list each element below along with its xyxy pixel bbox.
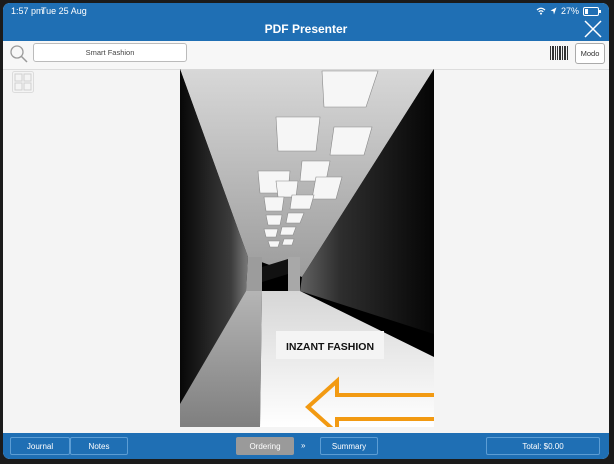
toolbar: Modo: [3, 41, 609, 70]
close-icon[interactable]: [583, 19, 603, 39]
barcode-icon[interactable]: [549, 46, 569, 60]
title-bar: PDF Presenter: [3, 19, 609, 41]
document-caption: INZANT FASHION: [286, 341, 374, 353]
tab-ordering[interactable]: Ordering: [236, 437, 294, 455]
mode-button[interactable]: Modo: [575, 43, 605, 64]
status-bar: 1:57 pm Tue 25 Aug 27%: [3, 3, 609, 19]
battery-level: [585, 8, 588, 14]
status-time: 1:57 pm: [11, 6, 44, 16]
status-date: Tue 25 Aug: [41, 6, 87, 16]
tab-notes[interactable]: Notes: [70, 437, 128, 455]
tab-summary[interactable]: Summary: [320, 437, 378, 455]
battery-icon: [583, 6, 601, 16]
search-icon[interactable]: [9, 44, 29, 64]
wifi-icon: [536, 7, 546, 15]
page-title: PDF Presenter: [264, 22, 348, 36]
search-input[interactable]: [33, 43, 187, 62]
grid-icon[interactable]: [12, 71, 34, 93]
battery-percent: 27%: [560, 6, 579, 16]
location-icon: [550, 7, 557, 15]
chevron-right-icon: »: [301, 441, 306, 450]
pdf-page[interactable]: INZANT FASHION: [180, 69, 434, 427]
bottom-bar: Journal Notes Ordering » Summary Total: …: [3, 433, 609, 459]
document-image: INZANT FASHION: [180, 69, 434, 427]
total-button[interactable]: Total: $0.00: [486, 437, 600, 455]
app-window: 1:57 pm Tue 25 Aug 27% PDF Presenter Sma…: [3, 3, 609, 459]
status-indicators: 27%: [536, 6, 601, 16]
tab-journal[interactable]: Journal: [10, 437, 70, 455]
